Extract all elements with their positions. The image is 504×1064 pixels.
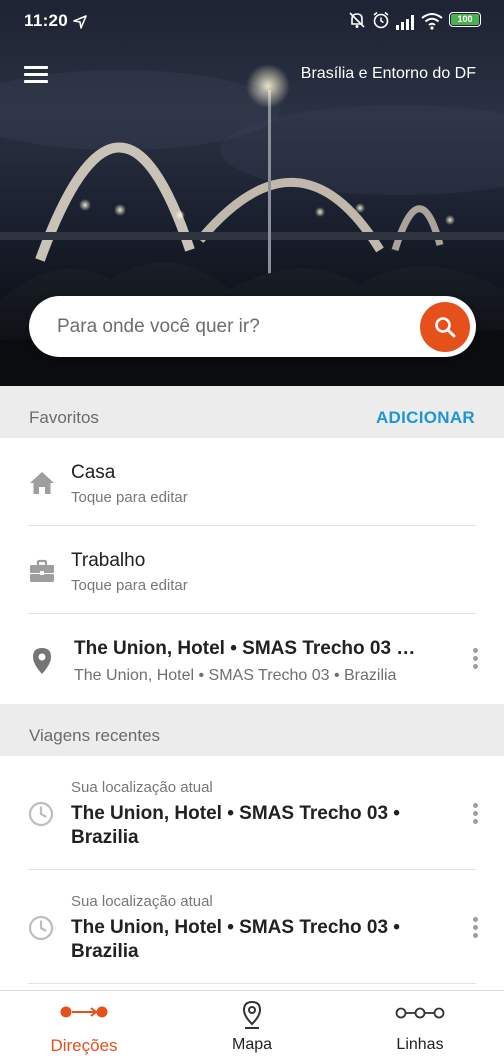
hamburger-menu-icon[interactable] (20, 60, 52, 88)
favorite-item-home[interactable]: Casa Toque para editar (0, 438, 504, 526)
bottom-navigation: Direções Mapa Linhas (0, 990, 504, 1064)
clock-icon (28, 915, 54, 941)
trip-origin: Sua localização atual (71, 893, 213, 910)
notifications-off-icon (349, 12, 365, 28)
location-arrow-icon (73, 15, 87, 29)
more-options-icon[interactable] (470, 917, 480, 941)
lines-icon (395, 1007, 445, 1019)
nav-tab-label: Direções (50, 1036, 118, 1055)
favorite-subtitle: Toque para editar (71, 577, 188, 594)
divider (28, 983, 476, 984)
nav-tab-lines[interactable]: Linhas (336, 991, 504, 1064)
nav-tab-map[interactable]: Mapa (168, 991, 336, 1064)
trip-destination-line1: The Union, Hotel • SMAS Trecho 03 • (71, 803, 400, 824)
battery-icon: 100 (449, 12, 481, 27)
more-options-icon[interactable] (470, 648, 480, 672)
favorite-subtitle: Toque para editar (71, 489, 188, 506)
alarm-icon (373, 11, 389, 29)
trip-destination-line2: Brazilia (71, 827, 139, 848)
search-bar[interactable] (29, 296, 476, 357)
clock-icon (28, 801, 54, 827)
status-time: 11:20 (24, 11, 69, 30)
place-pin-icon (33, 648, 51, 674)
trip-destination-line2: Brazilia (71, 941, 139, 962)
search-icon (435, 317, 456, 338)
battery-level: 100 (451, 14, 479, 25)
favorite-title: The Union, Hotel • SMAS Trecho 03 … (74, 638, 416, 659)
briefcase-icon (30, 559, 54, 582)
recent-trips-title: Viagens recentes (29, 726, 161, 745)
hero-banner: 11:20 100 Brasília e Entorno do DF Para … (0, 0, 504, 386)
trip-origin: Sua localização atual (71, 779, 213, 796)
map-pin-icon (242, 1000, 262, 1029)
favorite-title: Trabalho (71, 550, 146, 571)
add-favorite-button[interactable]: ADICIONAR (376, 408, 475, 428)
trip-destination-line1: The Union, Hotel • SMAS Trecho 03 • (71, 917, 400, 938)
signal-icon (396, 15, 414, 30)
favorite-title: Casa (71, 462, 116, 483)
recent-trip-item[interactable]: Sua localização atual The Union, Hotel •… (0, 756, 504, 870)
home-icon (30, 472, 54, 494)
wifi-icon (421, 13, 443, 30)
search-button[interactable] (420, 302, 470, 352)
more-options-icon[interactable] (470, 803, 480, 827)
region-selector[interactable]: Brasília e Entorno do DF (301, 65, 476, 83)
recent-trips-header: Viagens recentes (0, 704, 504, 756)
favorite-item-place[interactable]: The Union, Hotel • SMAS Trecho 03 … The … (0, 614, 504, 704)
favorites-header: Favoritos ADICIONAR (0, 386, 504, 438)
nav-tab-label: Linhas (396, 1036, 444, 1053)
favorite-subtitle: The Union, Hotel • SMAS Trecho 03 • Braz… (74, 667, 397, 684)
status-bar: 11:20 100 (0, 0, 504, 40)
directions-icon (60, 1006, 108, 1018)
recent-trip-item[interactable]: Sua localização atual The Union, Hotel •… (0, 870, 504, 984)
search-input[interactable] (57, 296, 407, 357)
nav-tab-label: Mapa (231, 1036, 273, 1053)
favorite-item-work[interactable]: Trabalho Toque para editar (0, 526, 504, 614)
favorites-title: Favoritos (29, 408, 99, 427)
nav-tab-directions[interactable]: Direções (0, 991, 168, 1064)
